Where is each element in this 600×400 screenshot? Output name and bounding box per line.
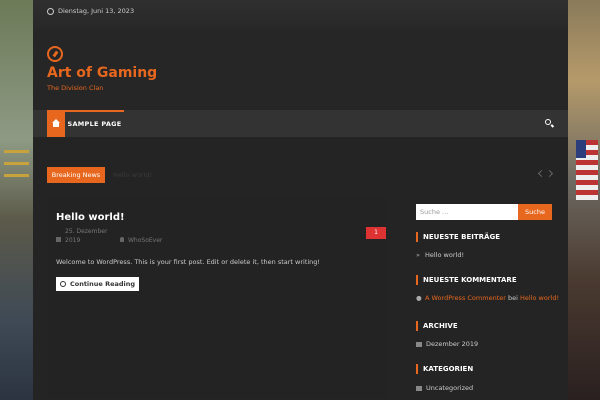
nav-item-sample-page[interactable]: SAMPLE PAGE (65, 110, 124, 137)
post-title[interactable]: Hello world! (56, 212, 125, 223)
search-input[interactable] (416, 204, 518, 220)
post-excerpt: Welcome to WordPress. This is your first… (56, 258, 321, 266)
post-date-day[interactable]: 25. Dezember (65, 228, 107, 235)
comment-author-link[interactable]: A WordPress Commenter (425, 294, 506, 302)
search-button[interactable]: Suche (518, 204, 552, 220)
home-icon (52, 119, 60, 127)
date-display: Dienstag, Juni 13, 2023 (47, 6, 137, 16)
breaking-news-ticker: Breaking News Hello world! (47, 167, 554, 183)
background-image-left (0, 0, 33, 400)
background-image-right (568, 0, 600, 400)
comment-icon: ● (416, 294, 422, 302)
calendar-icon (56, 237, 61, 242)
folder-icon (416, 385, 422, 391)
recent-comment-item: ● A WordPress Commenter bei Hello world! (416, 294, 559, 303)
page-wrapper: Dienstag, Juni 13, 2023 Art of Gaming Th… (33, 0, 568, 400)
categories-title: KATEGORIEN (416, 364, 473, 374)
breaking-news-label: Breaking News (47, 167, 105, 183)
archive-item[interactable]: Dezember 2019 (416, 340, 478, 349)
double-chevron-icon: » (416, 251, 420, 259)
archive-label: Dezember 2019 (426, 340, 479, 348)
category-item[interactable]: Uncategorized (416, 384, 473, 393)
home-button[interactable] (47, 110, 65, 137)
date-text: Dienstag, Juni 13, 2023 (58, 7, 135, 15)
post-date-year[interactable]: 2019 (65, 237, 80, 244)
recent-post-item[interactable]: » Hello world! (416, 251, 464, 260)
clock-icon (47, 7, 54, 15)
continue-reading-label: Continue Reading (69, 280, 136, 288)
post-author[interactable]: WhoSoEver (128, 237, 162, 244)
recent-posts-title: NEUESTE BEITRÄGE (416, 232, 500, 242)
recent-comments-title: NEUESTE KOMMENTARE (416, 275, 517, 285)
chevron-left-icon[interactable] (537, 169, 546, 178)
post-article: Hello world! 25. Dezember 2019 WhoSoEver… (47, 198, 387, 398)
user-icon (120, 237, 124, 242)
chevron-right-icon[interactable] (545, 169, 554, 178)
sidebar: Suche NEUESTE BEITRÄGE » Hello world! NEU… (416, 203, 559, 400)
calendar-icon (416, 341, 422, 347)
ticker-item-link[interactable]: Hello world! (113, 167, 152, 183)
site-logo-icon[interactable] (47, 46, 63, 62)
comment-count-badge[interactable]: 1 (366, 227, 386, 239)
archive-title: ARCHIVE (416, 321, 458, 331)
arrow-circle-icon (59, 281, 66, 287)
site-header: Art of Gaming The Division Clan (33, 30, 568, 110)
comment-on-text: bei (508, 294, 518, 302)
site-title[interactable]: Art of Gaming (47, 65, 157, 81)
recent-post-label: Hello world! (425, 251, 465, 259)
top-bar: Dienstag, Juni 13, 2023 (33, 0, 568, 30)
flag-canton (576, 140, 586, 158)
site-tagline: The Division Clan (47, 84, 104, 92)
search-icon[interactable] (545, 119, 551, 125)
main-navigation: SAMPLE PAGE (33, 110, 568, 137)
category-label: Uncategorized (426, 384, 474, 392)
continue-reading-button[interactable]: Continue Reading (56, 277, 139, 291)
comment-post-link[interactable]: Hello world! (520, 294, 559, 302)
